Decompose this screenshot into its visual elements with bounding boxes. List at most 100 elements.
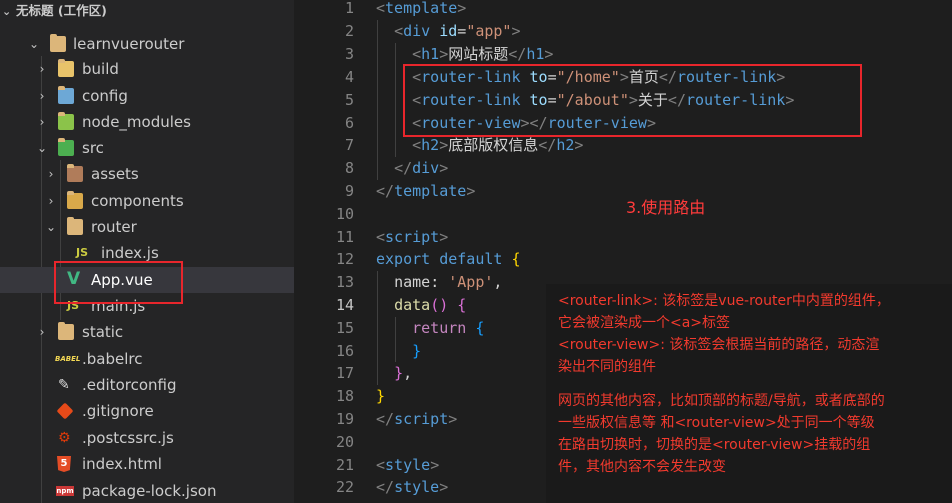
tree-item-components[interactable]: › components bbox=[0, 188, 294, 214]
code-line-16: } bbox=[376, 340, 421, 363]
code-token: < bbox=[376, 228, 386, 246]
line-number: 22 bbox=[335, 478, 354, 496]
code-line-18: } bbox=[376, 385, 385, 408]
tree-item-config[interactable]: › config bbox=[0, 83, 294, 109]
tree-item-node-modules[interactable]: › node_modules bbox=[0, 109, 294, 135]
code-token: </ bbox=[538, 136, 557, 154]
folder-components-icon bbox=[67, 191, 83, 209]
line-number: 5 bbox=[344, 91, 354, 109]
chevron-down-icon: ⌄ bbox=[36, 141, 48, 155]
note-line: <router-view>: 该标签会根据当前的路径，动态渲 bbox=[558, 337, 880, 353]
editorconfig-file-icon: ✎ bbox=[58, 377, 70, 393]
tree-item-label: static bbox=[82, 323, 124, 341]
line-number: 20 bbox=[335, 433, 354, 451]
chevron-right-icon: › bbox=[39, 115, 45, 129]
folder-open-icon bbox=[50, 34, 66, 52]
line-number: 13 bbox=[335, 273, 354, 291]
tree-item-assets[interactable]: › assets bbox=[0, 161, 294, 187]
tree-item-label: .gitignore bbox=[82, 402, 154, 420]
code-line-11: <script> bbox=[376, 226, 448, 249]
tree-item-label: config bbox=[82, 87, 128, 105]
code-token: { bbox=[502, 250, 521, 268]
code-token: default bbox=[430, 250, 503, 268]
code-token: < bbox=[412, 136, 422, 154]
tree-item-static[interactable]: › static bbox=[0, 319, 294, 345]
tree-item-build[interactable]: › build bbox=[0, 56, 294, 82]
git-file-icon bbox=[56, 402, 74, 420]
code-token: h2 bbox=[421, 136, 440, 154]
folder-build-icon bbox=[58, 59, 74, 77]
code-token: } bbox=[376, 387, 386, 405]
note-line: 在路由切换时，切换的是<router-view>挂载的组 bbox=[558, 437, 871, 453]
chevron-right-icon: › bbox=[48, 167, 54, 181]
code-token: </ bbox=[376, 182, 395, 200]
tree-item-label: src bbox=[82, 139, 104, 157]
code-token: script bbox=[394, 410, 449, 428]
code-line-7: <h2>底部版权信息</h2> bbox=[376, 134, 583, 157]
code-token: template bbox=[385, 0, 458, 17]
tree-item-label: package-lock.json bbox=[82, 482, 217, 500]
code-line-9: </template> bbox=[376, 180, 475, 203]
code-token: : bbox=[430, 273, 449, 291]
tree-item-label: components bbox=[91, 192, 184, 210]
tree-item-label: node_modules bbox=[82, 113, 191, 131]
code-token: h1 bbox=[421, 45, 440, 63]
code-line-1: <template> bbox=[376, 0, 466, 20]
line-number: 7 bbox=[344, 136, 354, 154]
code-line-8: </div> bbox=[376, 157, 448, 180]
code-token: </ bbox=[508, 45, 527, 63]
line-number: 15 bbox=[335, 319, 354, 337]
annotation-note: <router-link>: 该标签是vue-router中内置的组件， 它会被… bbox=[546, 284, 952, 503]
workspace-header[interactable]: ⌄ 无标题 (工作区) bbox=[0, 0, 294, 22]
tree-item-postcssrc[interactable]: ⚙ .postcssrc.js bbox=[0, 425, 294, 451]
line-number: 21 bbox=[335, 456, 354, 474]
line-number: 16 bbox=[335, 342, 354, 360]
code-token: div bbox=[412, 159, 440, 177]
chevron-right-icon: › bbox=[39, 62, 45, 76]
code-token: < bbox=[394, 22, 404, 40]
code-token: < bbox=[376, 0, 386, 17]
tree-item-index-html[interactable]: 5 index.html bbox=[0, 451, 294, 477]
tree-item-src[interactable]: ⌄ src bbox=[0, 135, 294, 161]
tree-item-label: .postcssrc.js bbox=[82, 429, 174, 447]
tree-item-router[interactable]: ⌄ router bbox=[0, 214, 294, 240]
tree-item-learnvuerouter[interactable]: ⌄ learnvuerouter bbox=[0, 31, 294, 57]
tree-item-label: .babelrc bbox=[82, 350, 143, 368]
tree-item-label: .editorconfig bbox=[82, 376, 177, 394]
code-token: > bbox=[466, 182, 476, 200]
folder-static-icon bbox=[58, 322, 74, 340]
code-line-22: </style> bbox=[376, 476, 448, 499]
js-file-icon: JS bbox=[76, 246, 89, 259]
code-token: data bbox=[394, 296, 431, 314]
chevron-down-icon: ⌄ bbox=[45, 220, 57, 234]
note-line: 它会被渲染成一个<a>标签 bbox=[558, 315, 731, 331]
code-token: > bbox=[439, 136, 449, 154]
tree-item-babelrc[interactable]: BABEL .babelrc bbox=[0, 346, 294, 372]
code-token: export bbox=[376, 250, 431, 268]
line-number: 2 bbox=[344, 22, 354, 40]
folder-open-icon bbox=[67, 217, 83, 235]
code-token: id bbox=[430, 22, 458, 40]
postcss-file-icon: ⚙ bbox=[58, 430, 71, 446]
line-number: 3 bbox=[344, 45, 354, 63]
npm-file-icon: npm bbox=[56, 486, 74, 496]
html-file-icon: 5 bbox=[57, 456, 71, 472]
code-token: style bbox=[394, 478, 440, 496]
tree-item-editorconfig[interactable]: ✎ .editorconfig bbox=[0, 372, 294, 398]
note-line: <router-link>: 该标签是vue-router中内置的组件， bbox=[558, 293, 890, 309]
code-token: div bbox=[403, 22, 431, 40]
tree-item-gitignore[interactable]: .gitignore bbox=[0, 398, 294, 424]
code-token: = bbox=[457, 22, 467, 40]
code-token: () bbox=[430, 296, 449, 314]
line-number: 12 bbox=[335, 250, 354, 268]
tree-item-package-lock[interactable]: npm package-lock.json bbox=[0, 478, 294, 503]
folder-assets-icon bbox=[67, 164, 83, 182]
folder-config-icon bbox=[58, 86, 74, 104]
code-line-3: <h1>网站标题</h1> bbox=[376, 43, 553, 66]
explorer-sidebar: ⌄ 无标题 (工作区) ⌄ learnvuerouter › build › co… bbox=[0, 0, 294, 503]
code-token: > bbox=[457, 0, 467, 17]
chevron-down-icon: ⌄ bbox=[2, 5, 12, 18]
tree-item-label: index.html bbox=[82, 455, 162, 473]
code-token: { bbox=[466, 319, 485, 337]
code-token: } bbox=[394, 364, 404, 382]
